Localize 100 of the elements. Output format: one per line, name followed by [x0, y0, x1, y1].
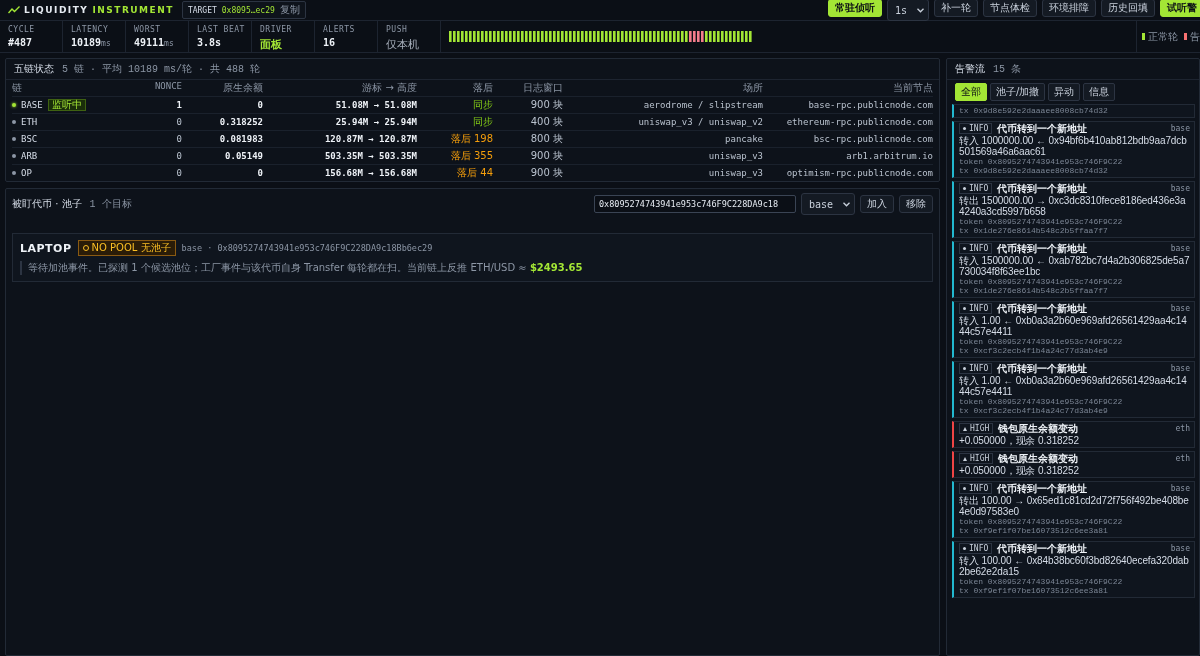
- level-badge: HIGH: [959, 423, 994, 434]
- stat-label: ALERTS: [323, 25, 356, 34]
- level-badge: INFO: [959, 303, 993, 314]
- legend-label: 告: [1190, 29, 1200, 44]
- alert-chain: base: [1170, 244, 1190, 253]
- alert-body: 转入 1.00 ← 0xb0a3a2b60e969afd26561429aa4c1444c57e4411: [959, 374, 1188, 397]
- table-cell: 800 块: [493, 130, 563, 147]
- alert-chain: base: [1170, 484, 1190, 493]
- level-badge: INFO: [959, 123, 993, 134]
- address-field[interactable]: 0x8095274743941e953c746F9C228DA9c18: [593, 195, 796, 213]
- table-cell: 同步: [417, 96, 493, 113]
- table-cell: uniswap_v3 / uniswap_v2: [563, 113, 763, 130]
- stat-label: DRIVER: [260, 25, 293, 34]
- toolbar-button[interactable]: 试听警: [1160, 0, 1200, 17]
- filter-tab[interactable]: 信息: [1083, 83, 1116, 101]
- stat-value: 16: [323, 37, 337, 48]
- alert-title: 代币转到一个新地址: [997, 242, 1089, 255]
- tx-line: tx 0x9d8e592e2daaaee8008cb74d32: [959, 106, 1109, 116]
- table-cell: 0.05149: [182, 147, 263, 164]
- alert-title: 代币转到一个新地址: [997, 542, 1089, 555]
- tx-line: tx 0xf9ef1f07be16073512c6ee3a81: [959, 586, 1109, 596]
- alert-title: 代币转到一个新地址: [997, 122, 1089, 135]
- level-badge: INFO: [959, 363, 993, 374]
- token-address: base · 0x8095274743941e953c746F9C228DA9c18Bb6ec29: [181, 243, 433, 253]
- column-header: 场所: [742, 81, 763, 95]
- table-cell: 0.318252: [182, 113, 263, 130]
- table-cell: 120.87M → 120.87M: [263, 130, 417, 147]
- toolbar-button[interactable]: 环境排障: [1042, 0, 1096, 17]
- panel-meta: 1 个目标: [89, 198, 132, 211]
- toolbar-button[interactable]: 节点体检: [983, 0, 1037, 17]
- copy-link[interactable]: 复制: [279, 3, 300, 17]
- table-cell: aerodrome / slipstream: [563, 96, 763, 113]
- level-badge: INFO: [959, 483, 993, 494]
- table-cell: bsc-rpc.publicnode.com: [763, 130, 933, 147]
- no-pool-badge: NO POOL 无池子: [77, 240, 176, 256]
- stat-label: LATENCY: [71, 25, 110, 34]
- tx-line: tx 0xf9ef1f07be16073512c6ee3a81: [959, 526, 1109, 536]
- filter-tab[interactable]: 异动: [1048, 83, 1081, 101]
- alert-chain: base: [1170, 364, 1190, 373]
- alert-chain: base: [1170, 544, 1190, 553]
- toolbar-button[interactable]: 补一轮: [934, 0, 978, 17]
- chain-name: ETH: [21, 117, 38, 127]
- stat-value: 面板: [260, 37, 283, 52]
- table-cell: 900 块: [493, 147, 563, 164]
- brand-title: LIQUIDITY: [24, 5, 89, 15]
- column-header: 落后: [472, 81, 493, 95]
- add-button[interactable]: 加入: [860, 195, 894, 213]
- alert-title: 代币转到一个新地址: [997, 362, 1089, 375]
- table-cell: 同步: [417, 113, 493, 130]
- token-line: token 0x8095274743941e953c746F9C22: [959, 216, 1124, 226]
- table-cell: 0.081983: [182, 130, 263, 147]
- alert-title: 代币转到一个新地址: [997, 182, 1089, 195]
- stat-value: 10189ms: [71, 37, 112, 48]
- table-cell: 0: [152, 130, 182, 147]
- chevron-down-icon: [917, 7, 924, 13]
- table-cell: 落后 198: [417, 130, 493, 147]
- alert-body: 转入 1.00 ← 0xb0a3a2b60e969afd26561429aa4c1444c57e4411: [959, 314, 1188, 337]
- alert-body: 转入 1000000.00 ← 0x94bf6b410ab812bdb9aa7dcb501569a46a6aac61: [959, 134, 1188, 157]
- table-cell: pancake: [563, 130, 763, 147]
- toolbar-button[interactable]: 常驻侦听: [827, 0, 882, 17]
- level-badge: INFO: [959, 183, 993, 194]
- status-note: 等待加池事件。已探测 1 个候选池位；工厂事件与该代币自身 Transfer 每轮都在扫。当前链上反推 ETH/USD ≈ $2493.65: [20, 261, 925, 275]
- token-line: token 0x8095274743941e953c746F9C22: [959, 156, 1124, 166]
- filter-tab[interactable]: 全部: [955, 83, 987, 101]
- table-cell: 0: [152, 147, 182, 164]
- alert-chain: eth: [1175, 454, 1190, 463]
- stat-label: CYCLE: [8, 25, 36, 34]
- chain-name: BASE: [21, 100, 43, 110]
- token-line: token 0x8095274743941e953c746F9C22: [959, 276, 1124, 286]
- table-cell: 503.35M → 503.35M: [263, 147, 417, 164]
- chain-name: OP: [21, 168, 32, 178]
- tx-line: tx 0x9d8e592e2daaaee8008cb74d32: [959, 166, 1109, 176]
- stat-label: LAST BEAT: [197, 25, 246, 34]
- remove-button[interactable]: 移除: [899, 195, 933, 213]
- column-header: 日志窗口: [522, 81, 563, 95]
- chain-name: BSC: [21, 134, 38, 144]
- toolbar-button[interactable]: 历史回填: [1101, 0, 1155, 17]
- alert-title: 代币转到一个新地址: [997, 302, 1089, 315]
- filter-tab[interactable]: 池子/加撤: [990, 83, 1046, 101]
- table-cell: 156.68M → 156.68M: [263, 164, 417, 181]
- panel-meta: 15 条: [993, 63, 1021, 76]
- token-line: token 0x8095274743941e953c746F9C22: [959, 576, 1124, 586]
- alert-body: 转出 1500000.00 → 0xc3dc8310fece8186ed436e3a4240a3cd5997b658: [959, 194, 1187, 217]
- column-header: 当前节点: [892, 81, 933, 95]
- stat-value: 3.8s: [197, 37, 223, 48]
- table-cell: optimism-rpc.publicnode.com: [763, 164, 933, 181]
- table-cell: 400 块: [493, 113, 563, 130]
- table-cell: base-rpc.publicnode.com: [763, 96, 933, 113]
- alert-body: 转入 1500000.00 ← 0xab782bc7d4a2b306825de5a7730034f8f63ee1bc: [959, 254, 1190, 277]
- token-line: token 0x8095274743941e953c746F9C22: [959, 516, 1124, 526]
- table-cell: uniswap_v3: [563, 147, 763, 164]
- stat-value: 49111ms: [134, 37, 175, 48]
- alert-chain: base: [1170, 304, 1190, 313]
- alert-title: 代币转到一个新地址: [997, 482, 1089, 495]
- alert-body: +0.050000，现余 0.318252: [959, 434, 1080, 446]
- alert-chain: base: [1170, 124, 1190, 133]
- legend-label: 正常轮: [1148, 29, 1178, 44]
- column-header: NONCE: [153, 80, 182, 93]
- interval-select[interactable]: 1s: [886, 0, 929, 21]
- target-label: TARGET: [187, 5, 217, 15]
